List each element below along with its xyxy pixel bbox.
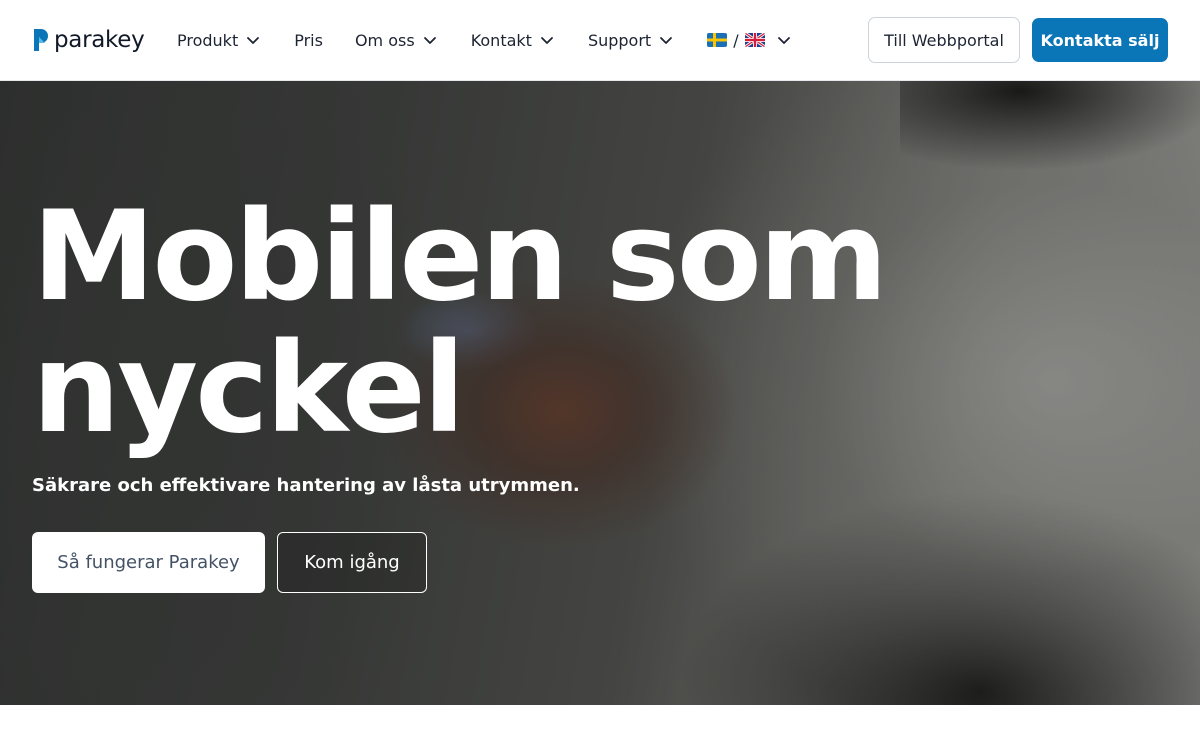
hero-title-line-2: nyckel <box>32 317 465 461</box>
hero-title-line-1: Mobilen som <box>32 185 888 329</box>
hero-section: Mobilen som nyckel Säkrare och effektiva… <box>0 81 1200 705</box>
get-started-button[interactable]: Kom igång <box>277 532 427 593</box>
page-content-start <box>0 705 1200 750</box>
chevron-down-icon <box>541 37 553 44</box>
menu-item-kontakt[interactable]: Kontakt <box>471 20 554 60</box>
chevron-down-icon <box>660 37 673 44</box>
menu-item-support[interactable]: Support <box>588 20 673 60</box>
language-separator: / <box>733 30 739 50</box>
contact-sales-button[interactable]: Kontakta sälj <box>1032 18 1168 62</box>
chevron-down-icon <box>247 37 260 44</box>
hero-background-shadow <box>900 81 1200 171</box>
menu-item-label: Kontakt <box>470 30 532 50</box>
menu-item-pris[interactable]: Pris <box>294 20 323 60</box>
how-it-works-button[interactable]: Så fungerar Parakey <box>32 532 265 593</box>
logo-wordmark: parakey <box>54 27 145 53</box>
webportal-button[interactable]: Till Webbportal <box>868 17 1020 63</box>
hero-title: Mobilen som nyckel <box>32 191 932 455</box>
top-navigation: parakey Produkt Pris Om oss Kontakt Supp… <box>0 0 1200 81</box>
language-selector[interactable]: / <box>707 20 790 60</box>
hero-subtitle: Säkrare och effektivare hantering av lås… <box>32 475 580 496</box>
menu-item-label: Support <box>587 30 652 50</box>
uk-flag-icon <box>744 33 765 47</box>
menu-item-label: Pris <box>294 30 323 50</box>
menu-item-om-oss[interactable]: Om oss <box>355 20 437 60</box>
menu-item-label: Produkt <box>177 30 239 50</box>
menu-item-produkt[interactable]: Produkt <box>177 20 260 60</box>
parakey-logo[interactable]: parakey <box>32 27 145 53</box>
main-menu: Produkt Pris Om oss Kontakt Support / <box>177 0 791 80</box>
chevron-down-icon <box>777 37 790 44</box>
sweden-flag-icon <box>707 33 728 47</box>
chevron-down-icon <box>423 37 436 44</box>
menu-item-label: Om oss <box>354 30 415 50</box>
parakey-logo-icon <box>34 29 48 51</box>
